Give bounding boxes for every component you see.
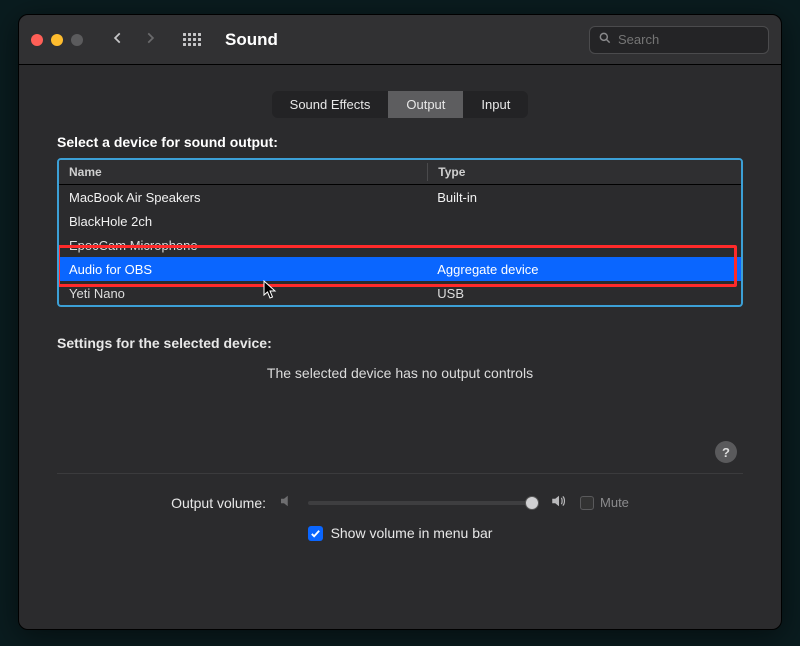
show-volume-label: Show volume in menu bar	[331, 525, 493, 541]
slider-thumb[interactable]	[525, 496, 539, 510]
speaker-low-icon	[278, 492, 296, 513]
search-icon	[598, 31, 612, 48]
output-volume-slider[interactable]	[308, 501, 538, 505]
no-controls-message: The selected device has no output contro…	[57, 365, 743, 381]
segmented-tabs: Sound Effects Output Input	[272, 91, 529, 118]
mute-label: Mute	[600, 495, 629, 510]
window-title: Sound	[225, 30, 278, 50]
table-row[interactable]: MacBook Air Speakers Built-in	[59, 185, 741, 209]
speaker-high-icon	[550, 492, 568, 513]
content-area: Sound Effects Output Input Select a devi…	[19, 65, 781, 629]
output-volume-label: Output volume:	[171, 495, 266, 511]
help-button[interactable]: ?	[715, 441, 737, 463]
table-body: MacBook Air Speakers Built-in BlackHole …	[59, 185, 741, 305]
nav-arrows	[111, 31, 157, 48]
col-header-name[interactable]: Name	[59, 160, 427, 184]
back-button[interactable]	[111, 31, 125, 48]
volume-row: Output volume: Mute	[57, 492, 743, 513]
col-header-type[interactable]: Type	[428, 160, 741, 184]
search-field[interactable]	[589, 26, 769, 54]
section-label: Select a device for sound output:	[57, 134, 743, 150]
forward-button[interactable]	[143, 31, 157, 48]
mute-checkbox[interactable]	[580, 496, 594, 510]
show-volume-row: Show volume in menu bar	[308, 525, 493, 541]
minimize-window-button[interactable]	[51, 34, 63, 46]
close-window-button[interactable]	[31, 34, 43, 46]
show-volume-checkbox[interactable]	[308, 526, 323, 541]
settings-label: Settings for the selected device:	[57, 335, 743, 351]
preferences-window: Sound Sound Effects Output Input Select …	[18, 14, 782, 630]
table-row[interactable]: Yeti Nano USB	[59, 281, 741, 305]
table-row-selected[interactable]: Audio for OBS Aggregate device	[59, 257, 741, 281]
search-input[interactable]	[618, 32, 760, 47]
table-header: Name Type	[59, 160, 741, 185]
tab-input[interactable]: Input	[463, 91, 528, 118]
titlebar: Sound	[19, 15, 781, 65]
traffic-lights	[31, 34, 83, 46]
table-row[interactable]: EpocCam Microphone	[59, 233, 741, 257]
table-row[interactable]: BlackHole 2ch	[59, 209, 741, 233]
zoom-window-button[interactable]	[71, 34, 83, 46]
mute-group: Mute	[580, 495, 629, 510]
tab-sound-effects[interactable]: Sound Effects	[272, 91, 389, 118]
bottom-panel: Output volume: Mute Sho	[57, 473, 743, 541]
tab-output[interactable]: Output	[388, 91, 463, 118]
device-table: Name Type MacBook Air Speakers Built-in …	[57, 158, 743, 307]
show-all-icon[interactable]	[183, 33, 201, 46]
